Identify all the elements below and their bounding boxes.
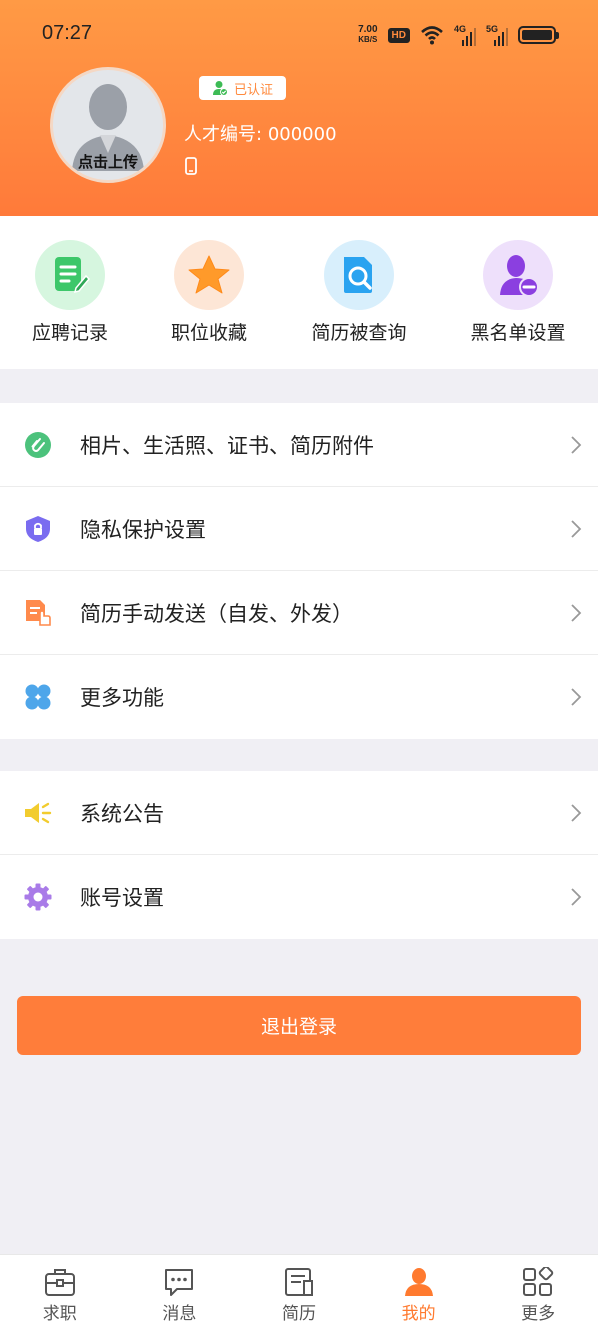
signal-4g-icon: 4G <box>454 24 476 46</box>
quick-action-applications[interactable]: 应聘记录 <box>30 240 110 345</box>
tab-label: 求职 <box>42 1304 77 1324</box>
status-bar: 07:27 7.00 KB/S HD 4G 5G <box>0 0 598 64</box>
chevron-right-icon <box>571 888 582 906</box>
chevron-right-icon <box>571 688 582 706</box>
status-icons: 7.00 KB/S HD 4G 5G <box>358 22 559 48</box>
quick-action-resume-viewed[interactable]: 简历被查询 <box>309 240 409 345</box>
menu-item-resume-send[interactable]: 简历手动发送（自发、外发） <box>0 571 598 655</box>
talent-id-label: 人才编号: <box>184 124 263 145</box>
hd-icon: HD <box>387 27 410 43</box>
net-speed-unit: KB/S <box>358 35 378 44</box>
menu-item-more-features[interactable]: 更多功能 <box>0 655 598 739</box>
talent-id: 人才编号: 000000 <box>184 120 337 146</box>
megaphone-icon <box>25 802 52 824</box>
menu-item-label: 账号设置 <box>80 886 164 910</box>
wifi-icon <box>421 26 443 45</box>
shield-lock-icon <box>26 516 50 542</box>
menu-item-label: 更多功能 <box>80 686 164 710</box>
menu-item-label: 简历手动发送（自发、外发） <box>80 601 353 626</box>
verified-label: 已认证 <box>233 82 273 98</box>
tab-label: 更多 <box>521 1304 556 1324</box>
person-icon <box>404 1268 433 1296</box>
menu-item-account-settings[interactable]: 账号设置 <box>0 855 598 939</box>
quick-action-label: 简历被查询 <box>311 322 407 344</box>
chevron-right-icon <box>571 804 582 822</box>
menu-group-profile: 相片、生活照、证书、简历附件 隐私保护设置 简历手动发送（自发、外发） 更多功能 <box>0 403 598 739</box>
signal-5g-label: 5G <box>486 24 499 34</box>
apps-icon <box>523 1267 554 1296</box>
quick-action-blacklist[interactable]: 黑名单设置 <box>468 240 568 345</box>
signal-4g-label: 4G <box>454 24 467 34</box>
tab-messages[interactable]: 消息 <box>120 1255 240 1336</box>
quick-action-label: 黑名单设置 <box>470 322 566 344</box>
paperclip-icon <box>25 432 51 458</box>
logout-button[interactable]: 退出登录 <box>17 996 581 1055</box>
menu-group-system: 系统公告 账号设置 <box>0 771 598 939</box>
menu-item-attachments[interactable]: 相片、生活照、证书、简历附件 <box>0 403 598 487</box>
avatar-upload[interactable]: 点击上传 <box>50 67 166 183</box>
menu-item-privacy[interactable]: 隐私保护设置 <box>0 487 598 571</box>
profile-header: 07:27 7.00 KB/S HD 4G 5G 点击上传 已认证 人才编号: … <box>0 0 598 216</box>
verified-badge: 已认证 <box>199 76 286 100</box>
signal-5g-icon: 5G <box>486 24 508 46</box>
tab-label: 我的 <box>401 1304 436 1324</box>
net-speed-value: 7.00 <box>358 24 378 35</box>
tab-resume[interactable]: 简历 <box>239 1255 359 1336</box>
resume-send-icon <box>26 600 51 626</box>
avatar-upload-label: 点击上传 <box>77 153 138 171</box>
briefcase-icon <box>44 1269 75 1296</box>
chevron-right-icon <box>571 436 582 454</box>
quick-action-favorites[interactable]: 职位收藏 <box>169 240 249 345</box>
talent-id-value: 000000 <box>267 124 337 145</box>
search-document-icon <box>324 240 394 310</box>
status-time: 07:27 <box>42 22 93 44</box>
chat-icon <box>165 1269 194 1296</box>
tab-label: 简历 <box>281 1304 316 1324</box>
quick-action-label: 应聘记录 <box>31 322 108 344</box>
chevron-right-icon <box>571 520 582 538</box>
phone-icon <box>185 157 197 175</box>
chevron-right-icon <box>571 604 582 622</box>
bottom-tab-bar: 求职 消息 简历 我的 更多 <box>0 1254 598 1336</box>
tab-mine[interactable]: 我的 <box>359 1255 479 1336</box>
tab-more[interactable]: 更多 <box>478 1255 598 1336</box>
menu-item-label: 隐私保护设置 <box>80 517 206 542</box>
tab-label: 消息 <box>162 1304 197 1324</box>
menu-item-announcements[interactable]: 系统公告 <box>0 771 598 855</box>
quick-actions: 应聘记录 职位收藏 简历被查询 黑名单设置 <box>0 216 598 369</box>
battery-icon <box>518 26 559 44</box>
verified-user-icon <box>212 81 228 96</box>
quick-action-label: 职位收藏 <box>170 322 247 344</box>
menu-item-label: 相片、生活照、证书、简历附件 <box>80 433 374 458</box>
net-speed: 7.00 KB/S <box>358 25 377 45</box>
tab-jobs[interactable]: 求职 <box>0 1255 120 1336</box>
menu-item-label: 系统公告 <box>80 801 164 826</box>
resume-icon <box>284 1268 313 1296</box>
grid-icon <box>25 684 51 710</box>
document-edit-icon <box>35 240 105 310</box>
gear-icon <box>24 883 52 911</box>
star-icon <box>174 240 244 310</box>
user-block-icon <box>483 240 553 310</box>
